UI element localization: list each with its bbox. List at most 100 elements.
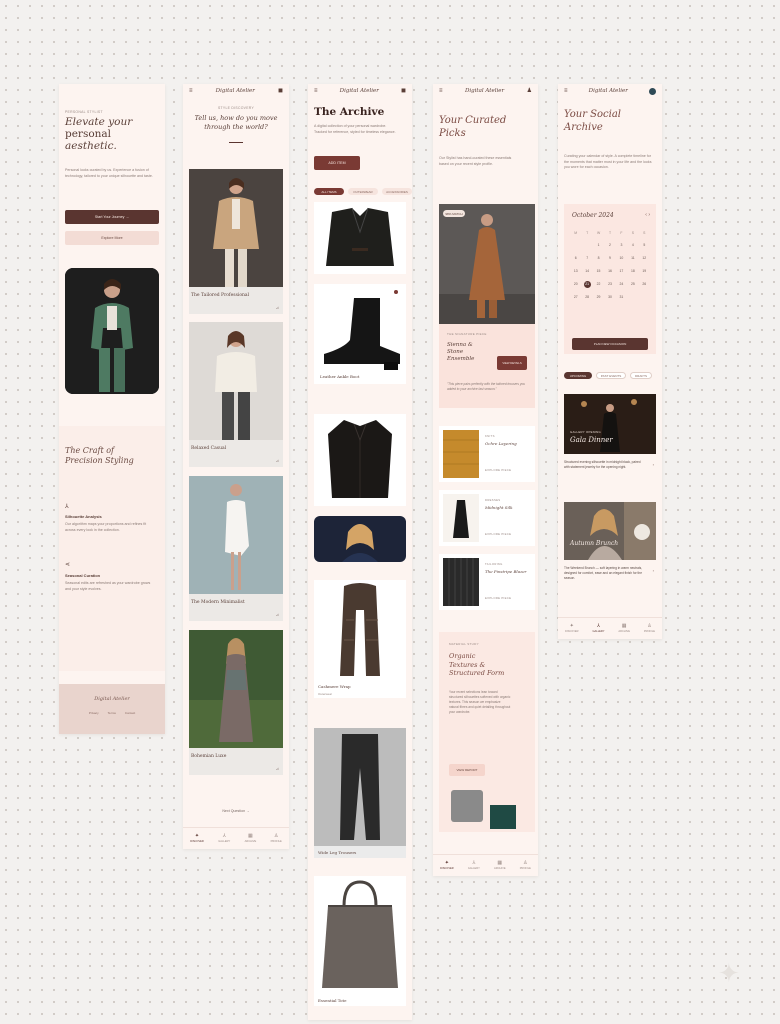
calendar-day[interactable]: 27 — [570, 294, 581, 301]
bag-icon[interactable]: ◼ — [278, 88, 283, 94]
calendar-day[interactable]: 5 — [639, 242, 650, 249]
product-card[interactable]: DRESSES Midnight Silk EXPLORE PIECE — [439, 490, 535, 546]
chevron-right-icon[interactable]: › — [653, 568, 654, 573]
next-month-icon[interactable]: › — [648, 212, 650, 218]
nav-profile[interactable]: ♙ PROFILE — [271, 834, 282, 844]
start-journey-button[interactable]: Start Your Journey → — [65, 210, 159, 224]
style-card-minimalist[interactable]: The Modern Minimalist ⊿ — [189, 476, 283, 621]
calendar-day[interactable]: 2 — [604, 242, 615, 249]
calendar-day[interactable]: 11 — [627, 255, 638, 262]
archive-item-coat[interactable] — [314, 202, 406, 274]
nav-gallery[interactable]: ⅄ GALLERY — [593, 624, 605, 634]
bottom-nav: ✦ DISCOVER ⅄ GALLERY ▦ ARCHIVE ♙ PROFILE — [183, 827, 289, 849]
footer-link-contact[interactable]: Contact — [125, 711, 135, 715]
menu-icon[interactable]: ≡ — [564, 88, 568, 94]
archive-item-tote[interactable]: Essential Tote — [314, 876, 406, 1006]
craft-title-line-1: The Craft of — [65, 446, 114, 455]
nav-archive[interactable]: ▦ ARCHIVE — [245, 834, 257, 844]
weekday-label: S — [631, 231, 634, 235]
nav-profile[interactable]: ♙ PROFILE — [644, 624, 655, 634]
filter-accessories[interactable]: ACCESSORIES — [382, 188, 412, 195]
plan-occasion-button[interactable]: PLAN NEW OCCASION — [572, 338, 648, 350]
archive-item-scarf[interactable]: Cashmere Wrap Outerwear — [314, 580, 406, 698]
calendar-day[interactable]: 19 — [639, 268, 650, 275]
nav-gallery[interactable]: ⅄ GALLERY — [468, 861, 480, 871]
filter-all[interactable]: ALL ITEMS — [314, 188, 344, 195]
product-card[interactable]: KNITS Ochre Layering EXPLORE PIECE — [439, 426, 535, 482]
calendar-day[interactable]: 16 — [604, 268, 615, 275]
product-tag: KNITS — [485, 434, 495, 438]
craft-title-line-2: Precision Styling — [65, 456, 134, 465]
avatar[interactable]: ♟ — [527, 88, 532, 94]
style-card-bohemian[interactable]: Bohemian Luxe ⊿ — [189, 630, 283, 775]
calendar-day[interactable]: 18 — [627, 268, 638, 275]
nav-discover[interactable]: ✦ DISCOVER — [190, 834, 204, 844]
calendar-day[interactable]: 30 — [604, 294, 615, 301]
calendar-day[interactable]: 28 — [581, 294, 592, 301]
calendar-day[interactable]: 26 — [639, 281, 650, 288]
calendar-day[interactable]: 20 — [570, 281, 581, 288]
nav-discover[interactable]: ✦ DISCOVER — [565, 624, 579, 634]
archive-featured-image[interactable] — [314, 516, 406, 562]
nav-archive[interactable]: ▦ ARCHIVE — [494, 861, 506, 871]
explore-piece-link[interactable]: EXPLORE PIECE — [485, 532, 511, 536]
view-details-button[interactable]: VIEW DETAILS — [497, 356, 527, 370]
tab-upcoming[interactable]: UPCOMING — [564, 372, 592, 379]
avatar[interactable] — [648, 87, 656, 95]
nav-gallery[interactable]: ⅄ GALLERY — [218, 834, 230, 844]
explore-piece-link[interactable]: EXPLORE PIECE — [485, 468, 511, 472]
calendar-day[interactable]: 10 — [616, 255, 627, 262]
event-image-gala[interactable]: GALLERY OPENING Gala Dinner — [564, 394, 656, 454]
prev-month-icon[interactable]: ‹ — [645, 212, 647, 218]
calendar-day[interactable]: 7 — [581, 255, 592, 262]
calendar-day[interactable]: 21 — [583, 281, 591, 288]
event-eyebrow: GALLERY OPENING — [570, 430, 601, 434]
chevron-right-icon[interactable]: › — [653, 462, 654, 467]
calendar-day[interactable]: 12 — [639, 255, 650, 262]
calendar-day[interactable]: 22 — [593, 281, 604, 288]
sparkle-icon: ✦ — [444, 860, 449, 866]
calendar-day[interactable]: 4 — [627, 242, 638, 249]
calendar-day[interactable]: 3 — [616, 242, 627, 249]
tab-drafts[interactable]: DRAFTS — [630, 372, 652, 379]
view-report-button[interactable]: VIEW REPORT — [449, 764, 485, 776]
explore-more-button[interactable]: Explore More — [65, 231, 159, 245]
explore-piece-link[interactable]: EXPLORE PIECE — [485, 596, 511, 600]
menu-icon[interactable]: ≡ — [189, 88, 193, 94]
nav-archive[interactable]: ▦ ARCHIVE — [618, 624, 630, 634]
featured-look-image[interactable]: 98% MATCH — [439, 204, 535, 324]
calendar-day[interactable]: 6 — [570, 255, 581, 262]
calendar-day[interactable]: 17 — [616, 268, 627, 275]
nav-profile[interactable]: ♙ PROFILE — [520, 861, 531, 871]
calendar-day[interactable]: 24 — [616, 281, 627, 288]
archive-item-boot[interactable]: Leather Ankle Boot — [314, 284, 406, 384]
product-card[interactable]: TAILORING The Pinstripe Blazer EXPLORE P… — [439, 554, 535, 610]
footer-link-terms[interactable]: Terms — [108, 711, 116, 715]
tab-past-events[interactable]: PAST EVENTS — [596, 372, 626, 379]
brand-logo: Digital Atelier — [339, 88, 379, 94]
archive-item-trousers[interactable]: Wide Leg Trousers — [314, 728, 406, 858]
calendar-day[interactable]: 23 — [604, 281, 615, 288]
calendar-day[interactable]: 9 — [604, 255, 615, 262]
bag-icon[interactable]: ◼ — [401, 88, 406, 94]
calendar-day[interactable]: 14 — [581, 268, 592, 275]
style-card-casual[interactable]: Relaxed Casual ⊿ — [189, 322, 283, 467]
calendar-day[interactable]: 29 — [593, 294, 604, 301]
calendar-day[interactable]: 15 — [593, 268, 604, 275]
calendar-day[interactable]: 8 — [593, 255, 604, 262]
next-question-link[interactable]: Next Question → — [183, 809, 289, 813]
calendar-day[interactable]: 13 — [570, 268, 581, 275]
calendar-day[interactable]: 1 — [593, 242, 604, 249]
filter-outerwear[interactable]: OUTERWEAR — [348, 188, 378, 195]
curated-picks-screen: ≡ Digital Atelier ♟ Your Curated Picks O… — [433, 84, 538, 876]
add-item-button[interactable]: ADD ITEM — [314, 156, 360, 170]
archive-item-blouse[interactable] — [314, 414, 406, 506]
menu-icon[interactable]: ≡ — [314, 88, 318, 94]
style-card-tailored[interactable]: The Tailored Professional ⊿ — [189, 169, 283, 314]
calendar-day[interactable]: 31 — [616, 294, 627, 301]
nav-discover[interactable]: ✦ DISCOVER — [440, 860, 454, 871]
calendar-day[interactable]: 25 — [627, 281, 638, 288]
event-image-brunch[interactable]: Autumn Brunch — [564, 502, 656, 560]
menu-icon[interactable]: ≡ — [439, 88, 443, 94]
footer-link-privacy[interactable]: Privacy — [89, 711, 99, 715]
